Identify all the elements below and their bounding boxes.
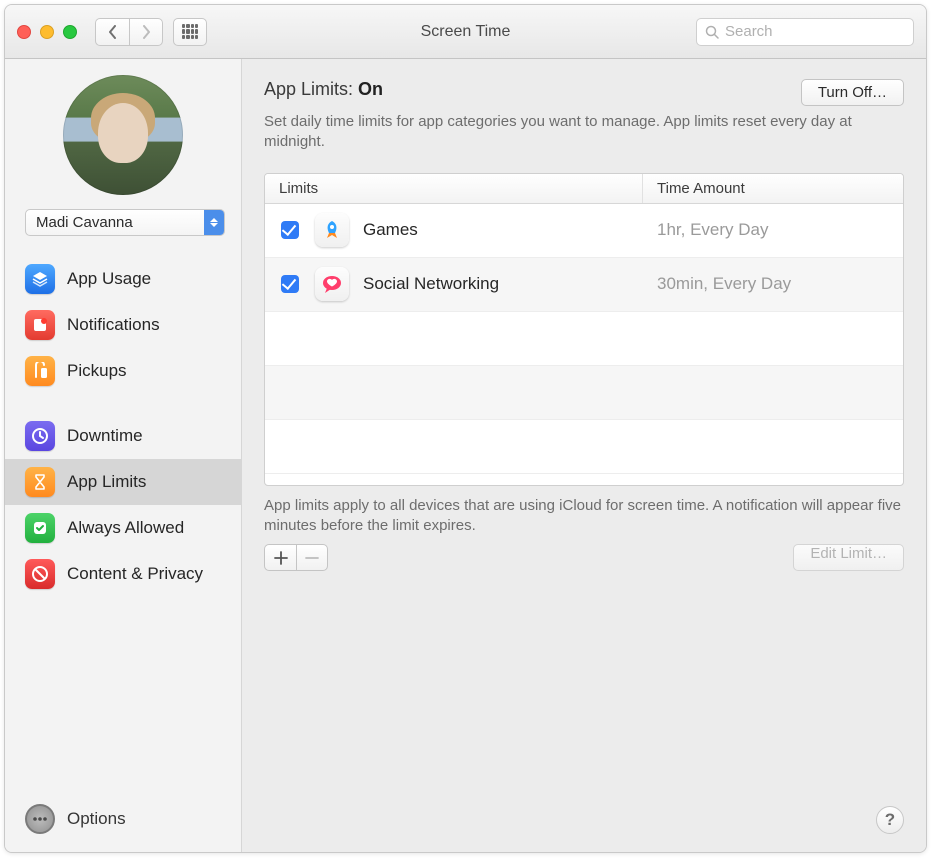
sidebar-item-label: Always Allowed	[67, 518, 184, 538]
remove-limit-button[interactable]	[296, 544, 328, 571]
nav-buttons	[95, 18, 163, 46]
action-row: Edit Limit…	[264, 544, 904, 571]
sidebar-divider	[5, 404, 241, 405]
nav-group-activity: App Usage Notifications Pickups	[5, 256, 241, 394]
col-header-time[interactable]: Time Amount	[643, 174, 903, 203]
pickup-icon	[25, 356, 55, 386]
header-row: App Limits: On Turn Off…	[264, 79, 904, 106]
add-remove-group	[264, 544, 328, 571]
no-entry-icon	[25, 559, 55, 589]
sidebar-item-always-allowed[interactable]: Always Allowed	[5, 505, 241, 551]
page-description: Set daily time limits for app categories…	[264, 112, 884, 153]
sidebar: Madi Cavanna App Usage Notifications	[5, 59, 242, 852]
table-row-empty	[265, 366, 903, 420]
options-label: Options	[67, 809, 126, 829]
help-button[interactable]: ?	[876, 806, 904, 834]
check-shield-icon	[25, 513, 55, 543]
chevron-right-icon	[141, 25, 151, 39]
zoom-window-button[interactable]	[63, 25, 77, 39]
search-field-wrap[interactable]	[696, 18, 914, 46]
page-title-status: On	[358, 79, 383, 99]
footnote: App limits apply to all devices that are…	[264, 496, 904, 537]
layers-icon	[25, 264, 55, 294]
search-icon	[705, 25, 719, 39]
row-time: 1hr, Every Day	[643, 220, 903, 240]
minimize-window-button[interactable]	[40, 25, 54, 39]
rocket-icon	[315, 213, 349, 247]
avatar[interactable]	[63, 75, 183, 195]
sidebar-item-notifications[interactable]: Notifications	[5, 302, 241, 348]
main-panel: App Limits: On Turn Off… Set daily time …	[242, 59, 926, 852]
search-input[interactable]	[725, 23, 905, 40]
sidebar-item-app-limits[interactable]: App Limits	[5, 459, 241, 505]
sidebar-item-downtime[interactable]: Downtime	[5, 413, 241, 459]
sidebar-item-app-usage[interactable]: App Usage	[5, 256, 241, 302]
updown-arrows-icon	[204, 210, 224, 235]
titlebar: Screen Time	[5, 5, 926, 59]
minus-icon	[305, 551, 319, 565]
row-name: Games	[363, 220, 643, 240]
row-name: Social Networking	[363, 274, 643, 294]
close-window-button[interactable]	[17, 25, 31, 39]
table-header: Limits Time Amount	[265, 174, 903, 204]
nav-group-limits: Downtime App Limits Always Allowed	[5, 413, 241, 597]
sidebar-item-pickups[interactable]: Pickups	[5, 348, 241, 394]
sidebar-item-label: Notifications	[67, 315, 160, 335]
table-row[interactable]: Social Networking 30min, Every Day	[265, 258, 903, 312]
sidebar-item-label: Downtime	[67, 426, 143, 446]
edit-limit-button[interactable]: Edit Limit…	[793, 544, 904, 571]
clock-moon-icon	[25, 421, 55, 451]
row-time: 30min, Every Day	[643, 274, 903, 294]
row-enable-checkbox[interactable]	[281, 221, 299, 239]
table-row[interactable]: Games 1hr, Every Day	[265, 204, 903, 258]
page-title: App Limits: On	[264, 79, 383, 100]
grid-icon	[182, 24, 198, 40]
limits-table: Limits Time Amount Games 1hr, Every Day	[264, 173, 904, 486]
screen-time-window: Screen Time Madi Cavanna App Usage	[4, 4, 927, 853]
add-limit-button[interactable]	[264, 544, 296, 571]
heart-bubble-icon	[315, 267, 349, 301]
show-all-prefs-button[interactable]	[173, 18, 207, 46]
body: Madi Cavanna App Usage Notifications	[5, 59, 926, 852]
page-title-prefix: App Limits:	[264, 79, 358, 99]
back-button[interactable]	[95, 18, 129, 46]
bell-square-icon	[25, 310, 55, 340]
row-enable-checkbox[interactable]	[281, 275, 299, 293]
forward-button[interactable]	[129, 18, 163, 46]
turn-off-button[interactable]: Turn Off…	[801, 79, 904, 106]
sidebar-item-label: App Usage	[67, 269, 151, 289]
user-name-label: Madi Cavanna	[36, 214, 133, 231]
sidebar-item-label: Content & Privacy	[67, 564, 203, 584]
sidebar-item-label: App Limits	[67, 472, 146, 492]
sidebar-item-content-privacy[interactable]: Content & Privacy	[5, 551, 241, 597]
table-row-empty	[265, 312, 903, 366]
user-selector[interactable]: Madi Cavanna	[25, 209, 225, 236]
sidebar-item-label: Pickups	[67, 361, 127, 381]
col-header-limits[interactable]: Limits	[265, 174, 643, 203]
table-body: Games 1hr, Every Day Social Networking 3…	[265, 204, 903, 485]
chevron-left-icon	[108, 25, 118, 39]
table-row-empty	[265, 420, 903, 474]
hourglass-icon	[25, 467, 55, 497]
options-button[interactable]: Options	[5, 796, 241, 844]
plus-icon	[274, 551, 288, 565]
traffic-lights	[17, 25, 77, 39]
ellipsis-circle-icon	[25, 804, 55, 834]
